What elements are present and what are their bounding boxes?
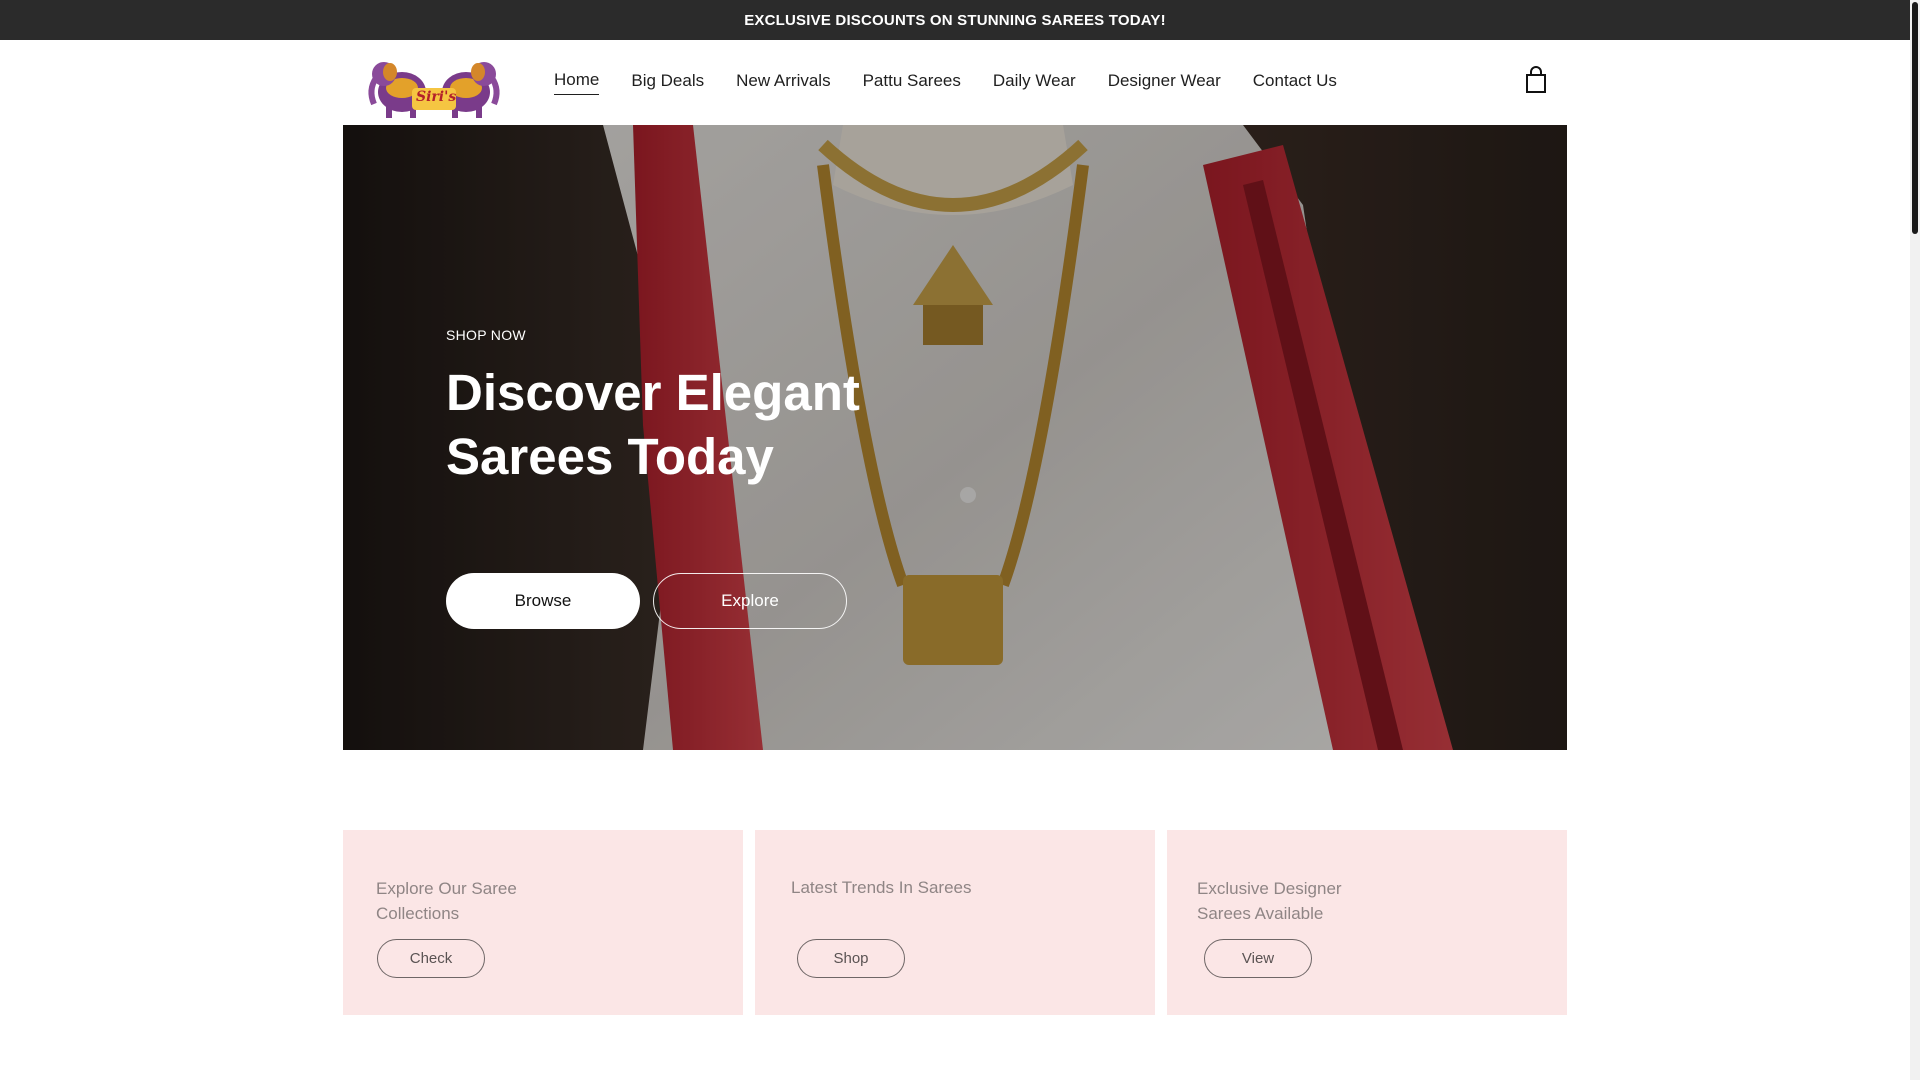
nav-item-pattu-sarees[interactable]: Pattu Sarees xyxy=(863,71,961,95)
explore-button[interactable]: Explore xyxy=(653,573,847,629)
nav-item-daily-wear[interactable]: Daily Wear xyxy=(993,71,1076,95)
card-title: Explore Our Saree Collections xyxy=(376,879,517,923)
site-header: Siri's Home Big Deals New Arrivals Pattu… xyxy=(343,40,1567,125)
scrollbar-thumb[interactable] xyxy=(1912,2,1918,234)
card-designer-sarees: Exclusive Designer Sarees Available View xyxy=(1167,830,1567,1015)
announcement-bar: EXCLUSIVE DISCOUNTS ON STUNNING SAREES T… xyxy=(0,0,1910,40)
hero-title: Discover Elegant Sarees Today xyxy=(446,364,860,485)
nav-item-big-deals[interactable]: Big Deals xyxy=(631,71,704,95)
hero-content: SHOP NOW Discover Elegant Sarees Today xyxy=(446,327,966,489)
announcement-text: EXCLUSIVE DISCOUNTS ON STUNNING SAREES T… xyxy=(744,11,1166,29)
shop-button[interactable]: Shop xyxy=(797,939,905,978)
card-title: Exclusive Designer Sarees Available xyxy=(1197,879,1342,923)
nav-item-designer-wear[interactable]: Designer Wear xyxy=(1108,71,1221,95)
card-title: Latest Trends In Sarees xyxy=(791,878,972,897)
nav-item-home[interactable]: Home xyxy=(554,70,600,95)
browse-button[interactable]: Browse xyxy=(446,573,640,629)
page: EXCLUSIVE DISCOUNTS ON STUNNING SAREES T… xyxy=(0,0,1920,1080)
feature-cards: Explore Our Saree Collections Check Late… xyxy=(343,830,1567,1015)
nav-item-contact-us[interactable]: Contact Us xyxy=(1253,71,1337,95)
shopping-bag-icon xyxy=(1526,66,1546,93)
logo[interactable]: Siri's xyxy=(364,44,504,122)
scrollbar[interactable] xyxy=(1910,0,1920,1080)
check-button[interactable]: Check xyxy=(377,939,485,978)
main-nav: Home Big Deals New Arrivals Pattu Sarees… xyxy=(554,70,1369,95)
elephant-logo-icon xyxy=(368,61,500,118)
card-latest-trends: Latest Trends In Sarees Shop xyxy=(755,830,1155,1015)
hero-eyebrow: SHOP NOW xyxy=(446,327,526,343)
logo-text: Siri's xyxy=(416,88,457,105)
hero-actions: Browse Explore xyxy=(446,573,847,629)
cart-button[interactable] xyxy=(1524,66,1548,94)
nav-item-new-arrivals[interactable]: New Arrivals xyxy=(736,71,830,95)
view-button[interactable]: View xyxy=(1204,939,1312,978)
hero-banner: SHOP NOW Discover Elegant Sarees Today B… xyxy=(343,125,1567,750)
card-collections: Explore Our Saree Collections Check xyxy=(343,830,743,1015)
